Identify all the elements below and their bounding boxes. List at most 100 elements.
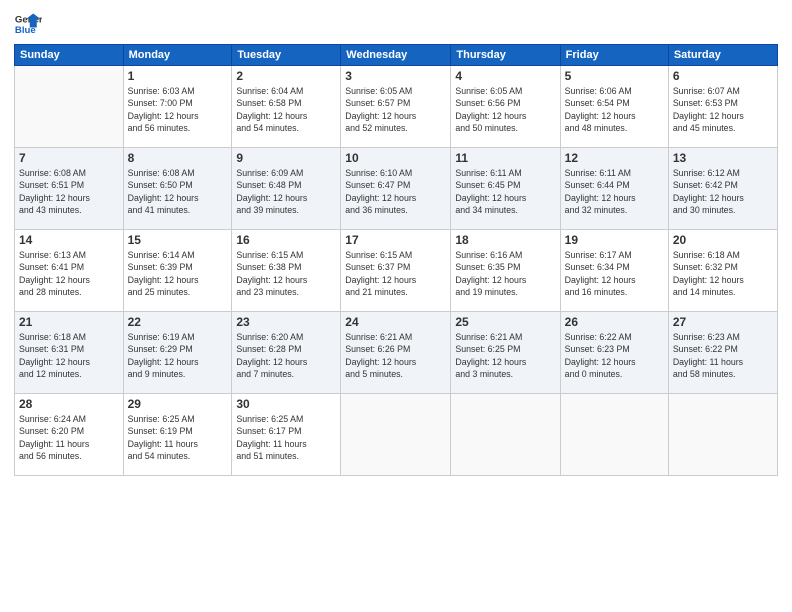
svg-text:General: General <box>15 14 42 25</box>
day-info: Sunrise: 6:20 AM Sunset: 6:28 PM Dayligh… <box>236 331 336 380</box>
calendar-cell <box>15 66 124 148</box>
day-info: Sunrise: 6:08 AM Sunset: 6:51 PM Dayligh… <box>19 167 119 216</box>
calendar-cell: 8 Sunrise: 6:08 AM Sunset: 6:50 PM Daylig… <box>123 148 232 230</box>
day-number: 11 <box>455 151 555 165</box>
day-number: 17 <box>345 233 446 247</box>
logo-icon: General Blue <box>14 10 42 38</box>
logo: General Blue <box>14 10 42 38</box>
calendar-cell: 1 Sunrise: 6:03 AM Sunset: 7:00 PM Daylig… <box>123 66 232 148</box>
day-info: Sunrise: 6:18 AM Sunset: 6:31 PM Dayligh… <box>19 331 119 380</box>
day-info: Sunrise: 6:11 AM Sunset: 6:45 PM Dayligh… <box>455 167 555 216</box>
day-info: Sunrise: 6:07 AM Sunset: 6:53 PM Dayligh… <box>673 85 773 134</box>
day-number: 10 <box>345 151 446 165</box>
day-info: Sunrise: 6:25 AM Sunset: 6:17 PM Dayligh… <box>236 413 336 462</box>
calendar-week-row: 7 Sunrise: 6:08 AM Sunset: 6:51 PM Daylig… <box>15 148 778 230</box>
day-info: Sunrise: 6:08 AM Sunset: 6:50 PM Dayligh… <box>128 167 228 216</box>
day-number: 7 <box>19 151 119 165</box>
calendar-cell: 10 Sunrise: 6:10 AM Sunset: 6:47 PM Dayli… <box>341 148 451 230</box>
day-number: 29 <box>128 397 228 411</box>
day-info: Sunrise: 6:03 AM Sunset: 7:00 PM Dayligh… <box>128 85 228 134</box>
calendar-cell: 13 Sunrise: 6:12 AM Sunset: 6:42 PM Dayli… <box>668 148 777 230</box>
day-number: 26 <box>565 315 664 329</box>
header: General Blue <box>14 10 778 38</box>
calendar-cell <box>560 394 668 476</box>
calendar-cell: 16 Sunrise: 6:15 AM Sunset: 6:38 PM Dayli… <box>232 230 341 312</box>
calendar-cell: 24Sunrise: 6:21 AM Sunset: 6:26 PM Dayli… <box>341 312 451 394</box>
day-info: Sunrise: 6:12 AM Sunset: 6:42 PM Dayligh… <box>673 167 773 216</box>
calendar-cell: 9Sunrise: 6:09 AM Sunset: 6:48 PM Daylig… <box>232 148 341 230</box>
calendar-cell: 17Sunrise: 6:15 AM Sunset: 6:37 PM Dayli… <box>341 230 451 312</box>
day-info: Sunrise: 6:13 AM Sunset: 6:41 PM Dayligh… <box>19 249 119 298</box>
day-number: 28 <box>19 397 119 411</box>
calendar-cell: 14 Sunrise: 6:13 AM Sunset: 6:41 PM Dayli… <box>15 230 124 312</box>
day-number: 23 <box>236 315 336 329</box>
day-info: Sunrise: 6:06 AM Sunset: 6:54 PM Dayligh… <box>565 85 664 134</box>
calendar-week-row: 28 Sunrise: 6:24 AM Sunset: 6:20 PM Dayli… <box>15 394 778 476</box>
day-number: 15 <box>128 233 228 247</box>
day-number: 14 <box>19 233 119 247</box>
day-number: 8 <box>128 151 228 165</box>
calendar-cell: 25 Sunrise: 6:21 AM Sunset: 6:25 PM Dayli… <box>451 312 560 394</box>
calendar-table: SundayMondayTuesdayWednesdayThursdayFrid… <box>14 44 778 476</box>
day-number: 18 <box>455 233 555 247</box>
calendar-cell: 12 Sunrise: 6:11 AM Sunset: 6:44 PM Dayli… <box>560 148 668 230</box>
calendar-cell: 23 Sunrise: 6:20 AM Sunset: 6:28 PM Dayli… <box>232 312 341 394</box>
calendar-header-row: SundayMondayTuesdayWednesdayThursdayFrid… <box>15 45 778 66</box>
calendar-cell: 27 Sunrise: 6:23 AM Sunset: 6:22 PM Dayli… <box>668 312 777 394</box>
calendar-week-row: 21 Sunrise: 6:18 AM Sunset: 6:31 PM Dayli… <box>15 312 778 394</box>
day-info: Sunrise: 6:21 AM Sunset: 6:26 PM Dayligh… <box>345 331 446 380</box>
day-number: 5 <box>565 69 664 83</box>
day-number: 25 <box>455 315 555 329</box>
day-header-monday: Monday <box>123 45 232 66</box>
day-number: 13 <box>673 151 773 165</box>
day-info: Sunrise: 6:21 AM Sunset: 6:25 PM Dayligh… <box>455 331 555 380</box>
calendar-cell: 21 Sunrise: 6:18 AM Sunset: 6:31 PM Dayli… <box>15 312 124 394</box>
calendar-cell: 5 Sunrise: 6:06 AM Sunset: 6:54 PM Daylig… <box>560 66 668 148</box>
day-header-thursday: Thursday <box>451 45 560 66</box>
calendar-cell: 29 Sunrise: 6:25 AM Sunset: 6:19 PM Dayli… <box>123 394 232 476</box>
day-info: Sunrise: 6:15 AM Sunset: 6:38 PM Dayligh… <box>236 249 336 298</box>
day-number: 21 <box>19 315 119 329</box>
day-number: 2 <box>236 69 336 83</box>
calendar-cell: 30Sunrise: 6:25 AM Sunset: 6:17 PM Dayli… <box>232 394 341 476</box>
calendar-cell: 4 Sunrise: 6:05 AM Sunset: 6:56 PM Daylig… <box>451 66 560 148</box>
calendar-cell: 26 Sunrise: 6:22 AM Sunset: 6:23 PM Dayli… <box>560 312 668 394</box>
day-info: Sunrise: 6:18 AM Sunset: 6:32 PM Dayligh… <box>673 249 773 298</box>
calendar-cell: 2 Sunrise: 6:04 AM Sunset: 6:58 PM Daylig… <box>232 66 341 148</box>
day-info: Sunrise: 6:11 AM Sunset: 6:44 PM Dayligh… <box>565 167 664 216</box>
day-number: 4 <box>455 69 555 83</box>
day-info: Sunrise: 6:04 AM Sunset: 6:58 PM Dayligh… <box>236 85 336 134</box>
day-info: Sunrise: 6:09 AM Sunset: 6:48 PM Dayligh… <box>236 167 336 216</box>
calendar-cell <box>341 394 451 476</box>
calendar-cell: 7 Sunrise: 6:08 AM Sunset: 6:51 PM Daylig… <box>15 148 124 230</box>
day-number: 16 <box>236 233 336 247</box>
day-number: 22 <box>128 315 228 329</box>
day-info: Sunrise: 6:25 AM Sunset: 6:19 PM Dayligh… <box>128 413 228 462</box>
day-number: 20 <box>673 233 773 247</box>
day-number: 19 <box>565 233 664 247</box>
day-header-wednesday: Wednesday <box>341 45 451 66</box>
day-info: Sunrise: 6:17 AM Sunset: 6:34 PM Dayligh… <box>565 249 664 298</box>
day-info: Sunrise: 6:24 AM Sunset: 6:20 PM Dayligh… <box>19 413 119 462</box>
day-header-saturday: Saturday <box>668 45 777 66</box>
day-number: 27 <box>673 315 773 329</box>
day-info: Sunrise: 6:14 AM Sunset: 6:39 PM Dayligh… <box>128 249 228 298</box>
day-header-tuesday: Tuesday <box>232 45 341 66</box>
calendar-cell: 22 Sunrise: 6:19 AM Sunset: 6:29 PM Dayli… <box>123 312 232 394</box>
day-header-sunday: Sunday <box>15 45 124 66</box>
day-info: Sunrise: 6:10 AM Sunset: 6:47 PM Dayligh… <box>345 167 446 216</box>
calendar-cell <box>451 394 560 476</box>
calendar-cell: 11 Sunrise: 6:11 AM Sunset: 6:45 PM Dayli… <box>451 148 560 230</box>
day-number: 1 <box>128 69 228 83</box>
calendar-cell: 6 Sunrise: 6:07 AM Sunset: 6:53 PM Daylig… <box>668 66 777 148</box>
day-info: Sunrise: 6:05 AM Sunset: 6:57 PM Dayligh… <box>345 85 446 134</box>
day-number: 12 <box>565 151 664 165</box>
day-info: Sunrise: 6:19 AM Sunset: 6:29 PM Dayligh… <box>128 331 228 380</box>
calendar-cell: 15 Sunrise: 6:14 AM Sunset: 6:39 PM Dayli… <box>123 230 232 312</box>
calendar-cell: 28 Sunrise: 6:24 AM Sunset: 6:20 PM Dayli… <box>15 394 124 476</box>
day-number: 6 <box>673 69 773 83</box>
day-info: Sunrise: 6:22 AM Sunset: 6:23 PM Dayligh… <box>565 331 664 380</box>
day-info: Sunrise: 6:23 AM Sunset: 6:22 PM Dayligh… <box>673 331 773 380</box>
calendar-cell: 20 Sunrise: 6:18 AM Sunset: 6:32 PM Dayli… <box>668 230 777 312</box>
day-info: Sunrise: 6:05 AM Sunset: 6:56 PM Dayligh… <box>455 85 555 134</box>
